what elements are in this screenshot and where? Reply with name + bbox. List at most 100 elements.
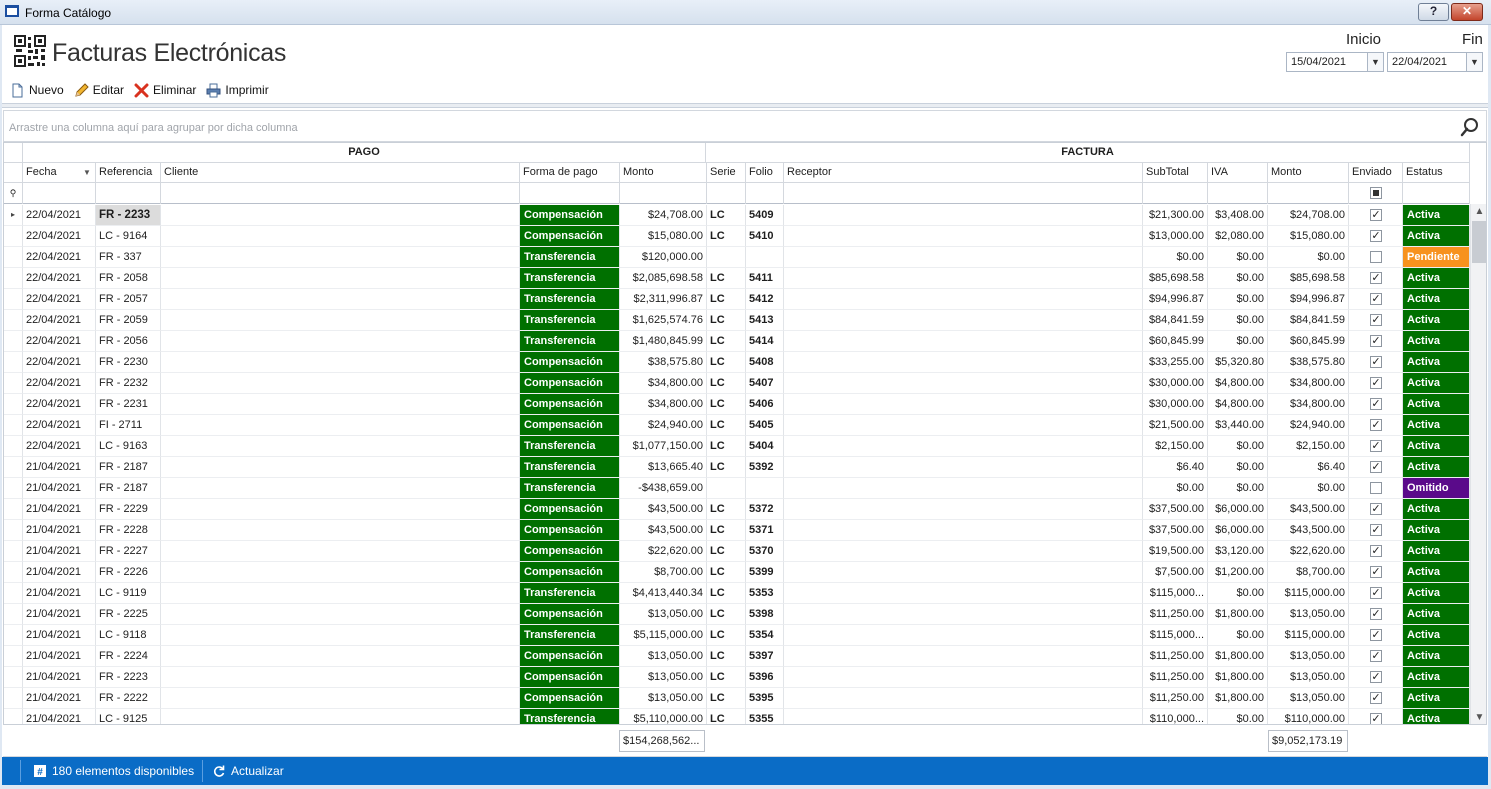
- table-row[interactable]: 21/04/2021 FR - 2229 Compensación $43,500.0…: [4, 499, 1470, 520]
- table-row[interactable]: 22/04/2021 LC - 9163 Transferencia $1,077,1…: [4, 436, 1470, 457]
- sent-checkbox[interactable]: ✓: [1370, 503, 1382, 515]
- row-indicator[interactable]: [4, 226, 23, 247]
- row-indicator[interactable]: [4, 499, 23, 520]
- row-indicator[interactable]: [4, 583, 23, 604]
- sent-checkbox[interactable]: ✓: [1370, 461, 1382, 473]
- filter-cell-forma-pago[interactable]: [520, 183, 620, 204]
- sort-descending-icon[interactable]: ▼: [83, 163, 91, 183]
- sent-checkbox[interactable]: ✓: [1370, 314, 1382, 326]
- table-row[interactable]: 21/04/2021 FR - 2226 Compensación $8,700.00…: [4, 562, 1470, 583]
- table-row[interactable]: 21/04/2021 LC - 9119 Transferencia $4,413,4…: [4, 583, 1470, 604]
- table-row[interactable]: 21/04/2021 FR - 2187 Transferencia -$438,65…: [4, 478, 1470, 499]
- filter-cell-fecha[interactable]: [23, 183, 96, 204]
- sent-checkbox[interactable]: ✓: [1370, 335, 1382, 347]
- column-header-referencia[interactable]: Referencia: [96, 163, 161, 183]
- row-indicator[interactable]: [4, 331, 23, 352]
- row-indicator[interactable]: [4, 289, 23, 310]
- filter-cell-folio[interactable]: [746, 183, 784, 204]
- table-row[interactable]: 22/04/2021 FR - 2058 Transferencia $2,085,6…: [4, 268, 1470, 289]
- new-button[interactable]: Nuevo: [10, 81, 64, 99]
- row-indicator[interactable]: ▸: [4, 205, 23, 226]
- filter-cell-cliente[interactable]: [161, 183, 520, 204]
- row-indicator[interactable]: [4, 688, 23, 709]
- row-indicator[interactable]: [4, 415, 23, 436]
- help-button[interactable]: ?: [1418, 3, 1449, 21]
- scrollbar-thumb[interactable]: [1472, 221, 1486, 263]
- sent-checkbox[interactable]: ✓: [1370, 692, 1382, 704]
- column-header-iva[interactable]: IVA: [1208, 163, 1268, 183]
- start-date-picker[interactable]: 15/04/2021 ▼: [1286, 52, 1384, 72]
- band-factura[interactable]: FACTURA: [706, 143, 1470, 163]
- row-indicator[interactable]: [4, 604, 23, 625]
- sent-checkbox[interactable]: ✓: [1370, 713, 1382, 724]
- column-header-receptor[interactable]: Receptor: [784, 163, 1143, 183]
- column-header-cliente[interactable]: Cliente: [161, 163, 520, 183]
- row-indicator[interactable]: [4, 709, 23, 724]
- filter-cell-enviado[interactable]: [1349, 183, 1403, 204]
- table-row[interactable]: 22/04/2021 FR - 2231 Compensación $34,800.0…: [4, 394, 1470, 415]
- print-button[interactable]: Imprimir: [206, 81, 269, 99]
- row-indicator[interactable]: [4, 373, 23, 394]
- vertical-scrollbar[interactable]: ▲ ▼: [1470, 204, 1486, 724]
- row-indicator[interactable]: [4, 646, 23, 667]
- row-indicator[interactable]: [4, 457, 23, 478]
- sent-checkbox[interactable]: [1370, 482, 1382, 494]
- filter-cell-iva[interactable]: [1208, 183, 1268, 204]
- filter-cell-monto-pago[interactable]: [620, 183, 707, 204]
- column-header-estatus[interactable]: Estatus: [1403, 163, 1470, 183]
- chevron-down-icon[interactable]: ▼: [1367, 53, 1383, 71]
- table-row[interactable]: 22/04/2021 FR - 2232 Compensación $34,800.0…: [4, 373, 1470, 394]
- edit-button[interactable]: Editar: [74, 81, 124, 99]
- scroll-down-icon[interactable]: ▼: [1471, 710, 1486, 724]
- filter-cell-estatus[interactable]: [1403, 183, 1470, 204]
- table-row[interactable]: 21/04/2021 LC - 9118 Transferencia $5,115,0…: [4, 625, 1470, 646]
- filter-cell-serie[interactable]: [707, 183, 746, 204]
- row-indicator[interactable]: [4, 436, 23, 457]
- row-indicator[interactable]: [4, 247, 23, 268]
- filter-checkbox[interactable]: [1370, 187, 1382, 199]
- table-row[interactable]: 21/04/2021 FR - 2222 Compensación $13,050.0…: [4, 688, 1470, 709]
- column-header-serie[interactable]: Serie: [707, 163, 746, 183]
- row-indicator[interactable]: [4, 667, 23, 688]
- delete-button[interactable]: Eliminar: [134, 81, 196, 99]
- sent-checkbox[interactable]: ✓: [1370, 650, 1382, 662]
- sent-checkbox[interactable]: ✓: [1370, 671, 1382, 683]
- row-indicator[interactable]: [4, 352, 23, 373]
- row-indicator[interactable]: [4, 520, 23, 541]
- table-row[interactable]: 22/04/2021 FR - 2056 Transferencia $1,480,8…: [4, 331, 1470, 352]
- sent-checkbox[interactable]: ✓: [1370, 419, 1382, 431]
- end-date-picker[interactable]: 22/04/2021 ▼: [1387, 52, 1483, 72]
- sent-checkbox[interactable]: ✓: [1370, 230, 1382, 242]
- search-icon[interactable]: [1460, 117, 1480, 137]
- table-row[interactable]: 22/04/2021 FR - 2059 Transferencia $1,625,5…: [4, 310, 1470, 331]
- table-row[interactable]: 21/04/2021 FR - 2227 Compensación $22,620.0…: [4, 541, 1470, 562]
- sent-checkbox[interactable]: [1370, 251, 1382, 263]
- table-row[interactable]: 22/04/2021 LC - 9164 Compensación $15,080.0…: [4, 226, 1470, 247]
- chevron-down-icon[interactable]: ▼: [1466, 53, 1482, 71]
- row-indicator[interactable]: [4, 562, 23, 583]
- refresh-button[interactable]: Actualizar: [212, 764, 284, 778]
- filter-cell-referencia[interactable]: [96, 183, 161, 204]
- row-indicator[interactable]: [4, 541, 23, 562]
- column-header-monto-pago[interactable]: Monto: [620, 163, 707, 183]
- close-button[interactable]: ✕: [1451, 3, 1483, 21]
- row-indicator[interactable]: [4, 310, 23, 331]
- table-row[interactable]: 22/04/2021 FR - 337 Transferencia $120,000.…: [4, 247, 1470, 268]
- row-indicator[interactable]: [4, 394, 23, 415]
- sent-checkbox[interactable]: ✓: [1370, 377, 1382, 389]
- filter-pin-icon[interactable]: ⚲: [4, 183, 23, 204]
- group-by-panel[interactable]: Arrastre una columna aquí para agrupar p…: [3, 110, 1487, 142]
- table-row[interactable]: 21/04/2021 FR - 2228 Compensación $43,500.0…: [4, 520, 1470, 541]
- sent-checkbox[interactable]: ✓: [1370, 272, 1382, 284]
- table-row[interactable]: 21/04/2021 FR - 2224 Compensación $13,050.0…: [4, 646, 1470, 667]
- table-row[interactable]: 21/04/2021 FR - 2187 Transferencia $13,665.…: [4, 457, 1470, 478]
- column-header-folio[interactable]: Folio: [746, 163, 784, 183]
- column-header-forma-pago[interactable]: Forma de pago: [520, 163, 620, 183]
- sent-checkbox[interactable]: ✓: [1370, 566, 1382, 578]
- sent-checkbox[interactable]: ✓: [1370, 356, 1382, 368]
- filter-cell-monto[interactable]: [1268, 183, 1349, 204]
- column-header-monto[interactable]: Monto: [1268, 163, 1349, 183]
- sent-checkbox[interactable]: ✓: [1370, 398, 1382, 410]
- scroll-up-icon[interactable]: ▲: [1471, 204, 1486, 220]
- column-header-subtotal[interactable]: SubTotal: [1143, 163, 1208, 183]
